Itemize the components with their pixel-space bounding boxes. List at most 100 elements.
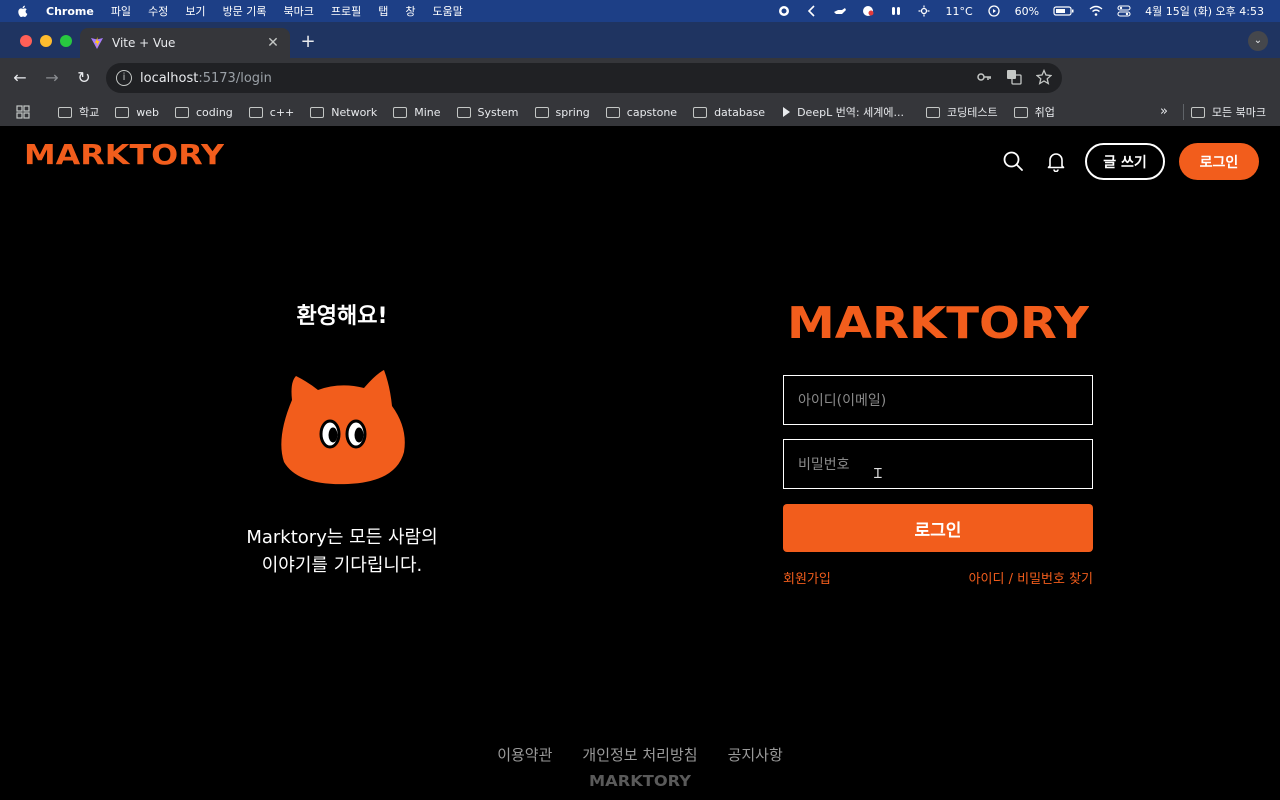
email-input[interactable]: 아이디(이메일) — [783, 375, 1093, 425]
vite-favicon-icon — [91, 37, 103, 49]
all-bookmarks-label: 모든 북마크 — [1211, 106, 1266, 119]
bookmark-label: System — [477, 105, 519, 119]
apps-grid-icon[interactable] — [16, 105, 30, 119]
form-logo-text: MARKTORY — [787, 298, 1089, 342]
bookmarks-bar: 학교 web coding c++ Network Mine System sp… — [0, 98, 1280, 126]
reload-button[interactable]: ↻ — [70, 64, 98, 92]
url-path: :5173/login — [198, 70, 272, 86]
all-bookmarks-button[interactable]: 모든 북마크 — [1190, 98, 1266, 126]
bookmark-label: c++ — [269, 105, 295, 119]
cat-running-icon[interactable] — [833, 5, 847, 17]
bookmark-folder[interactable]: 취업 — [1013, 104, 1055, 120]
weather-sun-icon[interactable] — [917, 5, 931, 17]
bookmark-folder[interactable]: database — [693, 106, 765, 119]
forward-button[interactable]: → — [38, 64, 66, 92]
chevron-left-icon[interactable] — [805, 5, 819, 17]
bookmark-deepl[interactable]: DeepL 번역: 세계에... — [781, 104, 904, 120]
folder-icon — [175, 106, 189, 118]
battery-icon[interactable] — [1053, 5, 1075, 17]
bookmark-folder[interactable]: Mine — [393, 106, 441, 119]
menu-profiles[interactable]: 프로필 — [331, 3, 361, 19]
menu-history[interactable]: 방문 기록 — [223, 3, 267, 19]
menu-window[interactable]: 창 — [405, 3, 415, 19]
datetime-text[interactable]: 4월 15일 (화) 오후 4:53 — [1145, 3, 1264, 19]
email-placeholder: 아이디(이메일) — [798, 393, 887, 409]
control-center-icon[interactable] — [1117, 5, 1131, 17]
bookmark-star-icon[interactable] — [1036, 69, 1052, 85]
bookmark-folder[interactable]: coding — [175, 106, 233, 119]
play-icon[interactable] — [987, 5, 1001, 17]
folder-icon — [925, 106, 940, 118]
more-bookmarks-button[interactable]: » — [1160, 104, 1168, 119]
folder-icon — [115, 106, 130, 118]
write-post-button[interactable]: 글 쓰기 — [1085, 143, 1165, 180]
bookmark-label: DeepL 번역: 세계에... — [797, 106, 904, 119]
folder-icon — [534, 106, 549, 118]
welcome-title: 환영해요! — [296, 304, 388, 329]
bookmark-folder[interactable]: 코딩테스트 — [925, 104, 998, 120]
menu-tab[interactable]: 탭 — [378, 3, 388, 19]
folder-icon — [1190, 106, 1205, 118]
bookmark-folder[interactable]: Network — [310, 106, 377, 119]
bookmark-folder[interactable]: spring — [534, 106, 590, 119]
folder-icon — [310, 106, 325, 118]
clock-app-icon[interactable] — [861, 5, 875, 17]
bookmark-folder[interactable]: c++ — [248, 105, 295, 119]
bookmark-label: 학교 — [79, 106, 100, 119]
password-placeholder: 비밀번호 — [798, 457, 850, 473]
header-login-button[interactable]: 로그인 — [1179, 143, 1259, 180]
web-page: MARKTORY 글 쓰기 로그인 환영해요! Marktory는 모든 사람의… — [0, 130, 1280, 800]
logo-text: MARKTORY — [24, 140, 224, 168]
back-button[interactable]: ← — [6, 64, 34, 92]
footer-terms-link[interactable]: 이용약관 — [497, 744, 552, 765]
new-tab-button[interactable]: + — [298, 32, 318, 52]
bookmark-folder[interactable]: 학교 — [58, 104, 99, 120]
record-icon[interactable] — [777, 5, 791, 17]
bookmark-label: web — [136, 105, 159, 119]
folder-icon — [248, 106, 263, 118]
menu-file[interactable]: 파일 — [111, 3, 131, 19]
translate-icon[interactable] — [1006, 69, 1022, 85]
signup-link[interactable]: 회원가입 — [783, 568, 831, 587]
browser-tab-active[interactable]: Vite + Vue ✕ — [80, 28, 290, 58]
footer-privacy-link[interactable]: 개인정보 처리방침 — [582, 744, 697, 765]
site-logo[interactable]: MARKTORY — [24, 140, 224, 168]
folder-icon — [393, 106, 408, 118]
footer-logo-text: MARKTORY — [589, 772, 691, 788]
footer-notice-link[interactable]: 공지사항 — [728, 744, 783, 765]
bookmark-list: 학교 web coding c++ Network Mine System sp… — [58, 98, 1071, 126]
footer-logo: MARKTORY — [589, 772, 691, 788]
folder-icon — [58, 106, 72, 118]
login-submit-button[interactable]: 로그인 — [783, 504, 1093, 552]
cat-mascot-icon — [281, 370, 405, 485]
url-text[interactable]: localhost:5173/login — [140, 71, 272, 86]
bookmark-folder[interactable]: capstone — [605, 106, 677, 119]
search-icon[interactable] — [1002, 150, 1024, 172]
menu-app-name[interactable]: Chrome — [46, 5, 94, 18]
tagline: Marktory는 모든 사람의 이야기를 기다립니다. — [192, 524, 492, 580]
airpods-icon[interactable] — [889, 5, 903, 17]
menu-view[interactable]: 보기 — [185, 3, 205, 19]
wifi-icon[interactable] — [1089, 5, 1103, 17]
notification-bell-icon[interactable] — [1045, 150, 1067, 172]
form-logo: MARKTORY — [787, 298, 1089, 342]
password-key-icon[interactable] — [976, 69, 992, 85]
browser-tab-strip: Vite + Vue ✕ + ⌄ — [0, 22, 1280, 58]
menu-edit[interactable]: 수정 — [148, 3, 168, 19]
find-account-link[interactable]: 아이디 / 비밀번호 찾기 — [969, 568, 1093, 587]
password-input[interactable]: 비밀번호 — [783, 439, 1093, 489]
folder-icon — [1013, 106, 1028, 118]
close-window-button[interactable] — [20, 35, 32, 47]
apple-icon[interactable] — [16, 4, 30, 18]
menu-bookmarks[interactable]: 북마크 — [284, 3, 314, 19]
address-bar[interactable]: i localhost:5173/login — [106, 63, 1062, 93]
bookmark-folder[interactable]: web — [115, 106, 159, 119]
site-info-icon[interactable]: i — [116, 70, 132, 86]
tab-close-icon[interactable]: ✕ — [266, 36, 280, 50]
menu-help[interactable]: 도움말 — [433, 3, 463, 19]
minimize-window-button[interactable] — [40, 35, 52, 47]
deepl-icon — [783, 107, 791, 117]
bookmark-folder[interactable]: System — [456, 105, 519, 119]
maximize-window-button[interactable] — [60, 35, 72, 47]
tab-search-button[interactable]: ⌄ — [1248, 31, 1268, 51]
